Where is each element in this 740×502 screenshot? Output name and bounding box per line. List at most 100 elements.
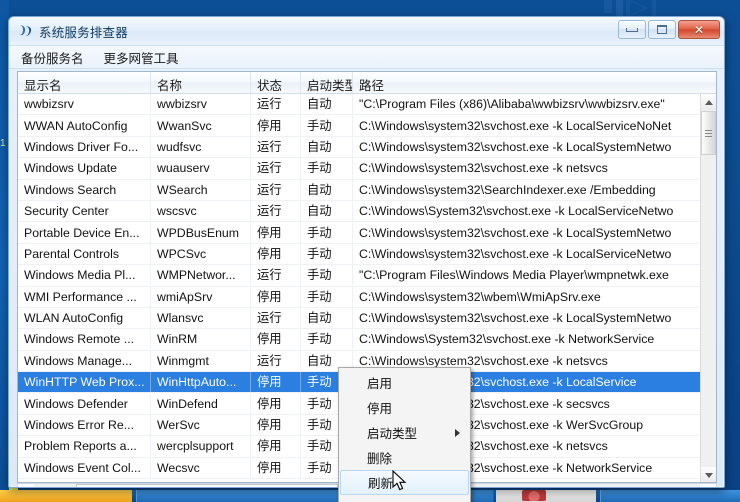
cell-display: Windows Event Col... (18, 457, 151, 478)
table-row[interactable]: WMI Performance ... wmiApSrv 停用 手动 C:\Window… (18, 286, 716, 308)
context-menu-item[interactable]: 启动类型 (339, 420, 470, 445)
column-header-startup-type[interactable]: 启动类型 (301, 72, 353, 93)
cell-path: C:\Windows\System32\svchost.exe -k Netwo… (359, 332, 655, 347)
cell-status: 停用 (251, 243, 301, 264)
context-menu-item[interactable]: 停用 (339, 395, 470, 420)
cell-startup: 手动 (301, 265, 353, 286)
cell-status: 停用 (251, 457, 301, 478)
cell-display: WMI Performance ... (18, 286, 151, 307)
minimize-button[interactable] (618, 20, 646, 39)
table-row[interactable]: wwbizsrv wwbizsrv 运行 自动 "C:\Program Files (x… (18, 94, 716, 116)
vertical-scroll-thumb[interactable] (701, 111, 716, 155)
cell-status: 停用 (251, 222, 301, 243)
cell-path: C:\Windows\system32\svchost.exe -k Local… (359, 139, 672, 154)
context-menu-item[interactable]: 启用 (339, 370, 470, 395)
horizontal-scroll-thumb[interactable] (76, 484, 338, 487)
desktop-edge-artifact: 1 (0, 138, 6, 149)
column-header-name[interactable]: 名称 (151, 72, 251, 93)
cell-name: WPCSvc (151, 243, 251, 264)
cell-display: WLAN AutoConfig (18, 308, 151, 329)
maximize-icon (657, 25, 667, 34)
cell-path: C:\Windows\system32\SearchIndexer.exe /E… (359, 182, 656, 197)
taskbar-start-region[interactable] (0, 490, 132, 502)
context-menu-item[interactable]: 过滤服务 (339, 495, 470, 502)
cell-startup: 自动 (301, 136, 353, 157)
context-menu-item-label: 停用 (367, 402, 393, 416)
minimize-icon (626, 27, 638, 32)
cell-status: 运行 (251, 308, 301, 329)
cell-path: C:\Windows\system32\svchost.exe -k Local… (359, 118, 672, 133)
cell-path: C:\Windows\system32\svchost.exe -k Local… (359, 311, 672, 326)
cell-status: 停用 (251, 372, 301, 393)
cell-status: 运行 (251, 350, 301, 371)
table-header: 显示名 名称 状态 启动类型 路径 (18, 72, 716, 94)
cell-name: WerSvc (151, 415, 251, 436)
table-row[interactable]: WLAN AutoConfig Wlansvc 运行 自动 C:\Windows\sys… (18, 308, 716, 330)
cell-path: C:\Windows\System32\svchost.exe -k Local… (359, 204, 674, 219)
cell-startup: 自动 (301, 308, 353, 329)
taskbar-button-3[interactable] (600, 490, 740, 502)
cell-path: C:\Windows\system32\svchost.exe -k Local… (359, 225, 672, 240)
maximize-button[interactable] (648, 20, 676, 39)
table-row[interactable]: Windows Search WSearch 运行 自动 C:\Windows\syst… (18, 179, 716, 201)
column-header-display-name[interactable]: 显示名 (18, 72, 151, 93)
cell-path: C:\Windows\system32\wbem\WmiApSrv.exe (359, 289, 601, 304)
table-row[interactable]: Parental Controls WPCSvc 停用 手动 C:\Windows\sy… (18, 243, 716, 266)
cell-path: "C:\Program Files\Windows Media Player\w… (359, 268, 669, 283)
taskbar-button-2[interactable] (496, 490, 596, 502)
cell-name: wwbizsrv (151, 94, 251, 115)
cell-status: 停用 (251, 286, 301, 307)
taskbar-app-icon[interactable] (522, 490, 546, 501)
context-menu-item-label: 刷新 (368, 477, 394, 491)
chevron-down-icon (704, 472, 713, 478)
scroll-down-button[interactable] (701, 467, 716, 482)
cell-status: 运行 (251, 179, 301, 200)
cell-display: Windows Error Re... (18, 415, 151, 436)
cell-name: wscsvc (151, 201, 251, 222)
scroll-right-button[interactable] (700, 484, 716, 487)
column-header-status[interactable]: 状态 (251, 72, 301, 93)
cell-startup: 手动 (301, 115, 353, 136)
cell-display: Portable Device En... (18, 222, 151, 243)
cell-name: Wecsvc (151, 457, 251, 478)
cell-name: wercplsupport (151, 436, 251, 457)
app-icon (17, 23, 33, 39)
cell-path: "C:\Program Files (x86)\Alibaba\wwbizsrv… (359, 97, 665, 112)
column-header-path[interactable]: 路径 (353, 72, 703, 93)
title-bar[interactable]: 系统服务排查器 ✕ (9, 17, 724, 46)
cell-display: WWAN AutoConfig (18, 115, 151, 136)
screen: 1 系统服务排查器 ✕ 备份服务名 更多网管工具 显示名 名称 状态 启动类型 … (0, 0, 740, 502)
cell-display: Parental Controls (18, 243, 151, 264)
table-row[interactable]: Security Center wscsvc 运行 自动 C:\Windows\Syst… (18, 201, 716, 223)
cell-name: Wlansvc (151, 308, 251, 329)
table-row[interactable]: Windows Remote ... WinRM 停用 手动 C:\Windows\Sy… (18, 329, 716, 351)
chevron-left-icon (24, 488, 29, 489)
cell-status: 停用 (251, 115, 301, 136)
table-row[interactable]: WWAN AutoConfig WwanSvc 停用 手动 C:\Windows\sys… (18, 115, 716, 137)
cell-display: Windows Media Pl... (18, 265, 151, 286)
window-controls: ✕ (618, 20, 720, 39)
vertical-scrollbar[interactable] (700, 94, 716, 482)
cell-display: Windows Driver Fo... (18, 136, 151, 157)
table-row[interactable]: Windows Driver Fo... wudfsvc 运行 自动 C:\Window… (18, 136, 716, 159)
table-row[interactable]: Portable Device En... WPDBusEnum 停用 手动 C:\Wi… (18, 222, 716, 244)
menu-item-more-network-tools[interactable]: 更多网管工具 (102, 47, 181, 68)
scroll-up-button[interactable] (701, 94, 716, 110)
context-menu-item[interactable]: 刷新 (340, 470, 469, 495)
cell-display: Windows Update (18, 158, 151, 179)
cell-display: Windows Search (18, 179, 151, 200)
cell-startup: 自动 (301, 201, 353, 222)
table-row[interactable]: Windows Media Pl... WMPNetwor... 运行 手动 "C:\P… (18, 265, 716, 287)
cell-status: 停用 (251, 436, 301, 457)
cell-status: 停用 (251, 415, 301, 436)
menu-item-backup-service-names[interactable]: 备份服务名 (19, 47, 86, 68)
scroll-left-button[interactable] (18, 484, 34, 489)
close-button[interactable]: ✕ (678, 20, 720, 39)
table-row[interactable]: Windows Update wuauserv 运行 手动 C:\Windows\sys… (18, 158, 716, 180)
cell-name: wmiApSrv (151, 286, 251, 307)
window-title: 系统服务排查器 (39, 25, 128, 40)
cell-name: wudfsvc (151, 136, 251, 157)
cell-name: wuauserv (151, 158, 251, 179)
cell-display: Security Center (18, 201, 151, 222)
context-menu-item[interactable]: 删除 (339, 445, 470, 470)
